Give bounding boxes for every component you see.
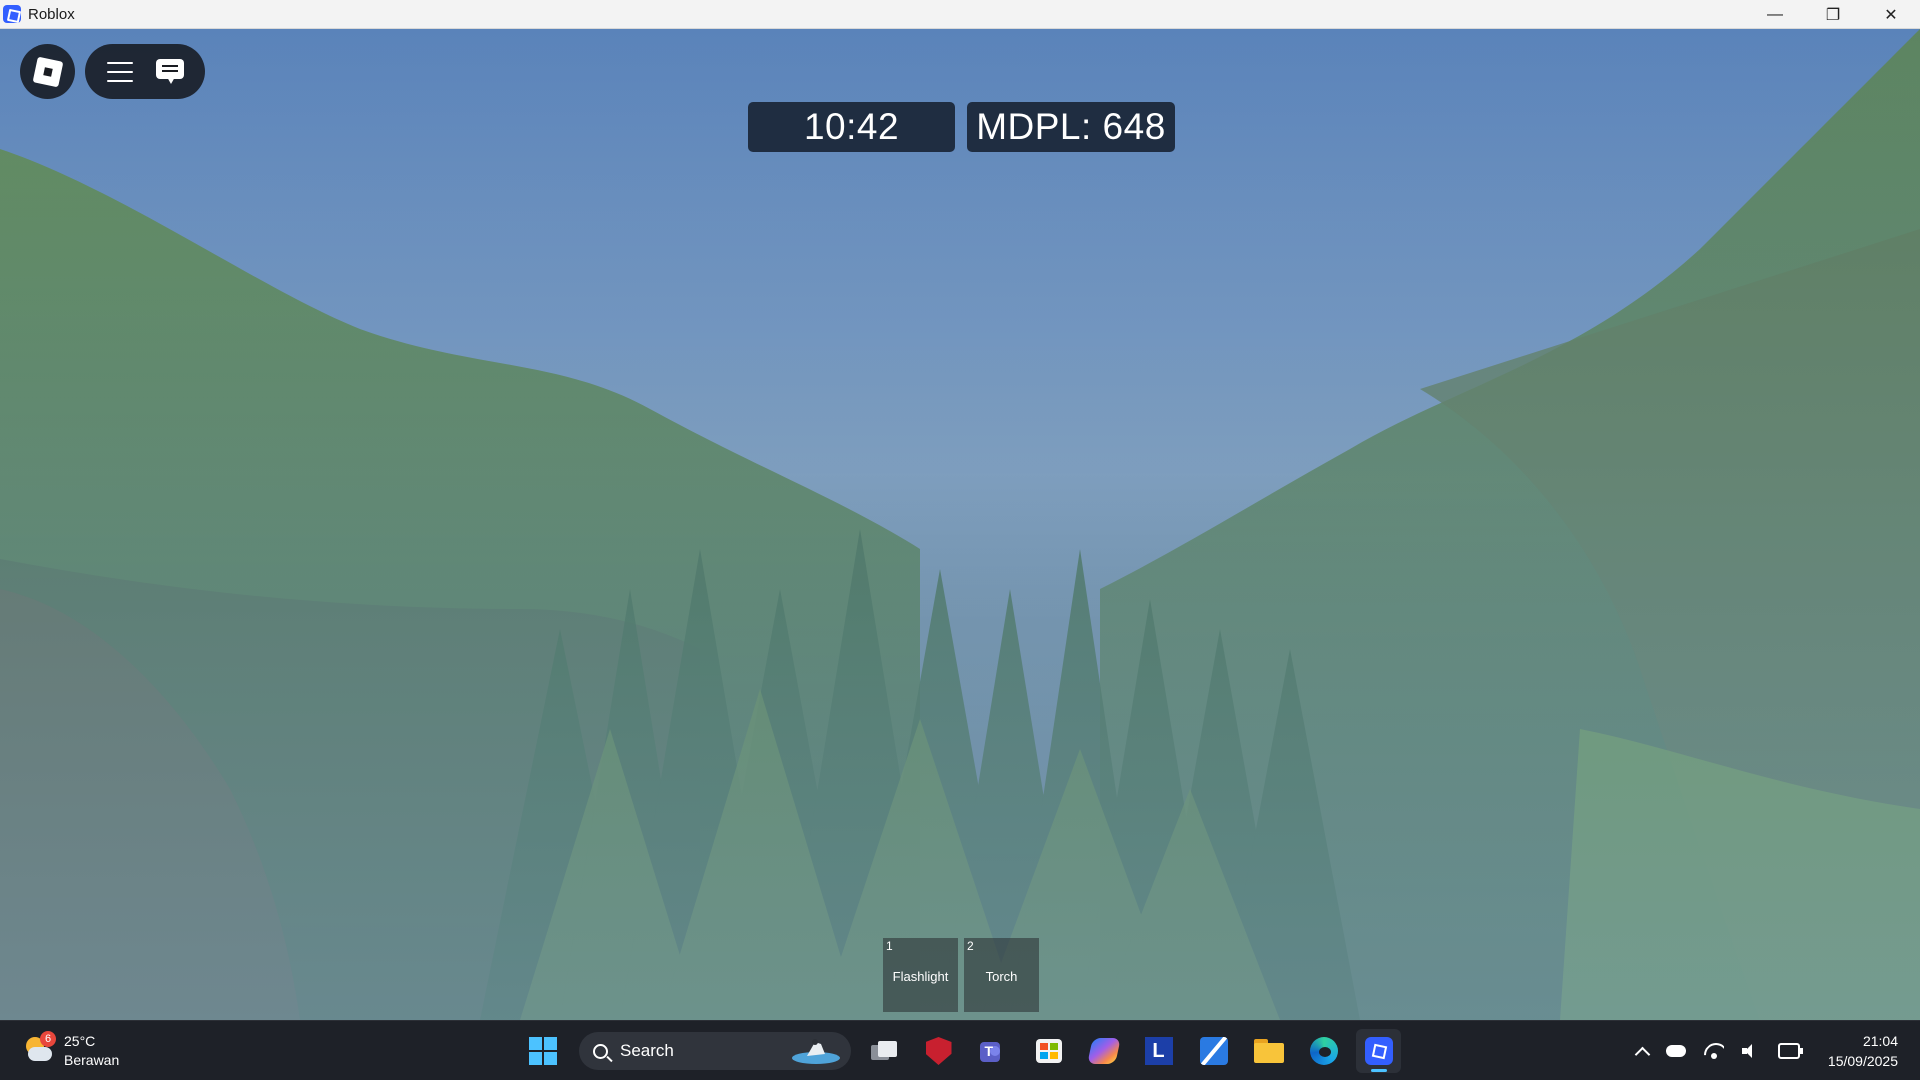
minimize-button[interactable]: —: [1746, 0, 1804, 29]
pen-app-button[interactable]: [1191, 1029, 1236, 1073]
file-explorer-button[interactable]: [1246, 1029, 1291, 1073]
start-button[interactable]: [520, 1029, 565, 1073]
search-icon: [593, 1043, 608, 1059]
hotbar-slot-torch[interactable]: 2 Torch: [964, 938, 1039, 1012]
edge-icon: [1309, 1037, 1338, 1065]
active-indicator: [1371, 1069, 1387, 1072]
roblox-icon: [1364, 1037, 1393, 1065]
file-explorer-icon: [1253, 1039, 1284, 1063]
show-hidden-icons-icon[interactable]: [1634, 1046, 1651, 1062]
clock-date: 15/09/2025: [1827, 1053, 1898, 1069]
weather-condition: Berawan: [64, 1052, 120, 1068]
l-app-button[interactable]: L: [1136, 1029, 1181, 1073]
microsoft-store-button[interactable]: [1026, 1029, 1071, 1073]
system-tray: [1634, 1036, 1803, 1066]
elevation-display: MDPL: 648: [967, 102, 1175, 152]
slot-number: 1: [886, 939, 893, 953]
window-title: Roblox: [28, 5, 75, 23]
task-view-icon: [870, 1041, 897, 1061]
wifi-icon[interactable]: [1704, 1043, 1724, 1059]
roblox-menu-button[interactable]: [20, 44, 75, 99]
weather-temperature: 25°C: [64, 1033, 96, 1049]
volume-icon[interactable]: [1742, 1043, 1760, 1059]
clock-time: 21:04: [1862, 1033, 1898, 1049]
mcafee-button[interactable]: [916, 1029, 961, 1073]
window-titlebar: Roblox — ❐ ✕: [0, 0, 1920, 29]
microsoft-store-icon: [1035, 1039, 1062, 1063]
slot-label: Flashlight: [892, 969, 949, 984]
chat-icon[interactable]: [155, 58, 184, 85]
game-time-display: 10:42: [748, 102, 955, 152]
slot-label: Torch: [985, 969, 1018, 984]
taskbar-apps: Search L: [520, 1029, 1411, 1073]
hud-controls: [85, 44, 205, 99]
search-highlight-icon: [792, 1039, 840, 1064]
windows-start-icon: [528, 1037, 557, 1065]
onedrive-icon[interactable]: [1666, 1045, 1686, 1057]
weather-badge: 6: [40, 1031, 56, 1047]
task-view-button[interactable]: [861, 1029, 906, 1073]
roblox-logo-icon: [32, 56, 63, 87]
taskbar-search[interactable]: Search: [579, 1032, 851, 1070]
slot-number: 2: [967, 939, 974, 953]
game-viewport[interactable]: 10:42 MDPL: 648 1 Flashlight 2 Torch: [0, 29, 1920, 1020]
hamburger-menu-icon[interactable]: [106, 61, 133, 82]
restore-button[interactable]: ❐: [1804, 0, 1862, 29]
teams-button[interactable]: [971, 1029, 1016, 1073]
windows-taskbar: 6 25°C Berawan Search L: [0, 1020, 1920, 1080]
forest-valley-scene: [0, 29, 1920, 1020]
copilot-icon: [1086, 1038, 1121, 1064]
search-label: Search: [620, 1041, 674, 1060]
partly-cloudy-icon: 6: [22, 1031, 58, 1069]
mcafee-icon: [925, 1037, 952, 1065]
roblox-app-icon: [3, 5, 21, 23]
edge-button[interactable]: [1301, 1029, 1346, 1073]
l-app-icon: L: [1144, 1037, 1173, 1065]
taskbar-clock[interactable]: 21:04 15/09/2025: [1828, 1031, 1898, 1071]
hotbar-slot-flashlight[interactable]: 1 Flashlight: [883, 938, 958, 1012]
pen-app-icon: [1199, 1037, 1228, 1065]
roblox-taskbar-button[interactable]: [1356, 1029, 1401, 1073]
weather-widget[interactable]: 6 25°C Berawan: [22, 1031, 119, 1071]
teams-icon: [979, 1038, 1008, 1064]
hotbar: 1 Flashlight 2 Torch: [883, 938, 1039, 1012]
copilot-button[interactable]: [1081, 1029, 1126, 1073]
window-controls: — ❐ ✕: [1746, 0, 1920, 29]
close-button[interactable]: ✕: [1862, 0, 1920, 29]
battery-icon[interactable]: [1778, 1043, 1803, 1059]
